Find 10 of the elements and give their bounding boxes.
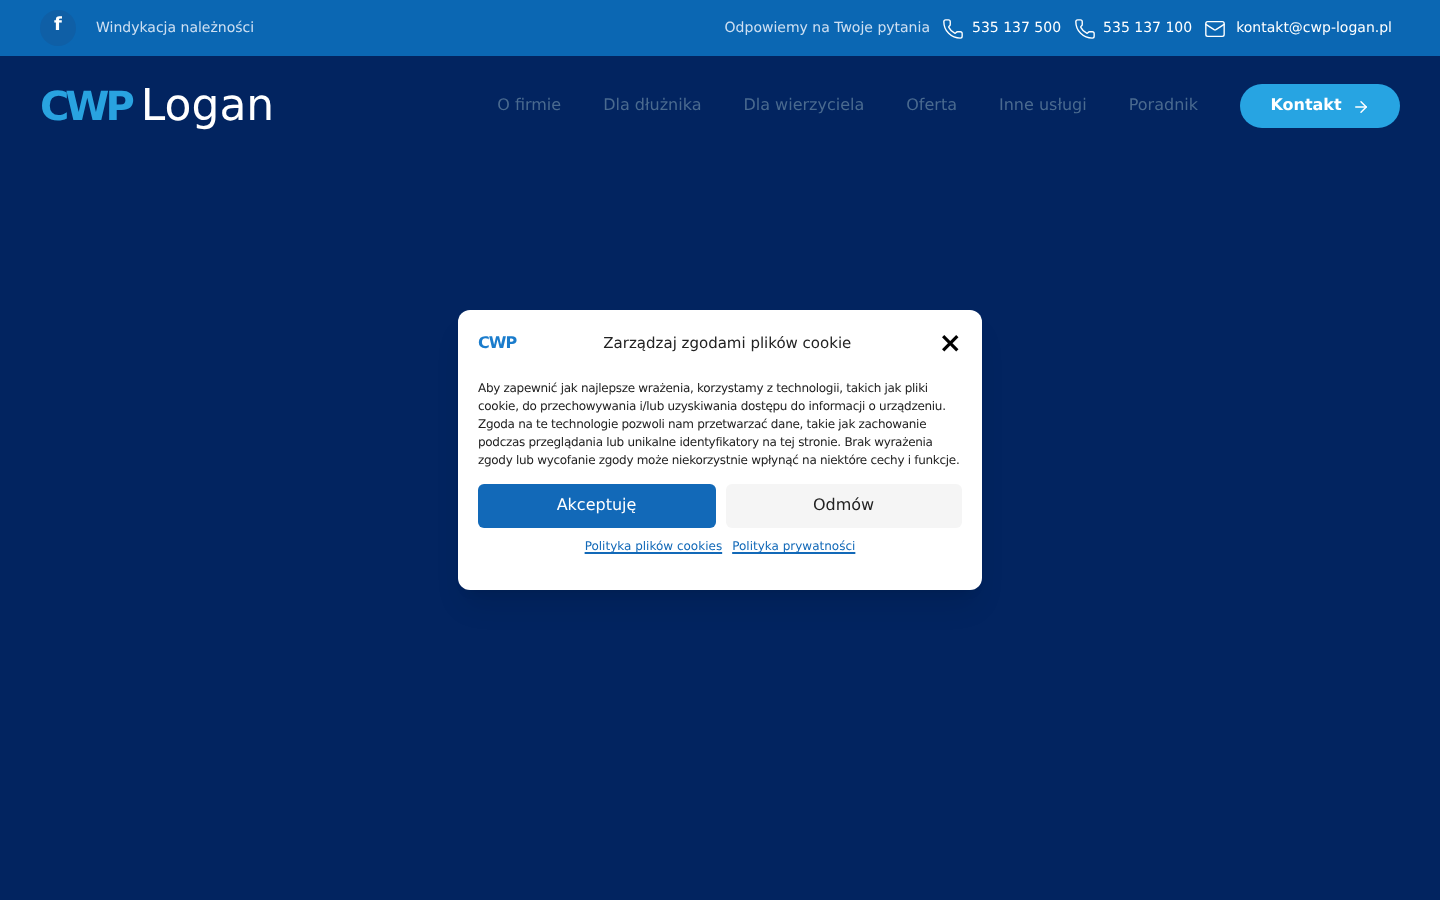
dialog-logo: CWP	[478, 332, 517, 356]
arrow-right-icon	[1351, 97, 1370, 115]
phone-icon	[1073, 17, 1096, 39]
accept-button[interactable]: Akceptuję	[478, 484, 715, 528]
close-button[interactable]: ×	[938, 330, 962, 358]
phone-icon	[941, 17, 964, 39]
logo[interactable]: CWP Logan	[40, 73, 275, 139]
mail-icon	[1204, 17, 1227, 39]
facebook-icon[interactable]: f	[40, 10, 76, 46]
deny-button[interactable]: Odmów	[725, 484, 962, 528]
